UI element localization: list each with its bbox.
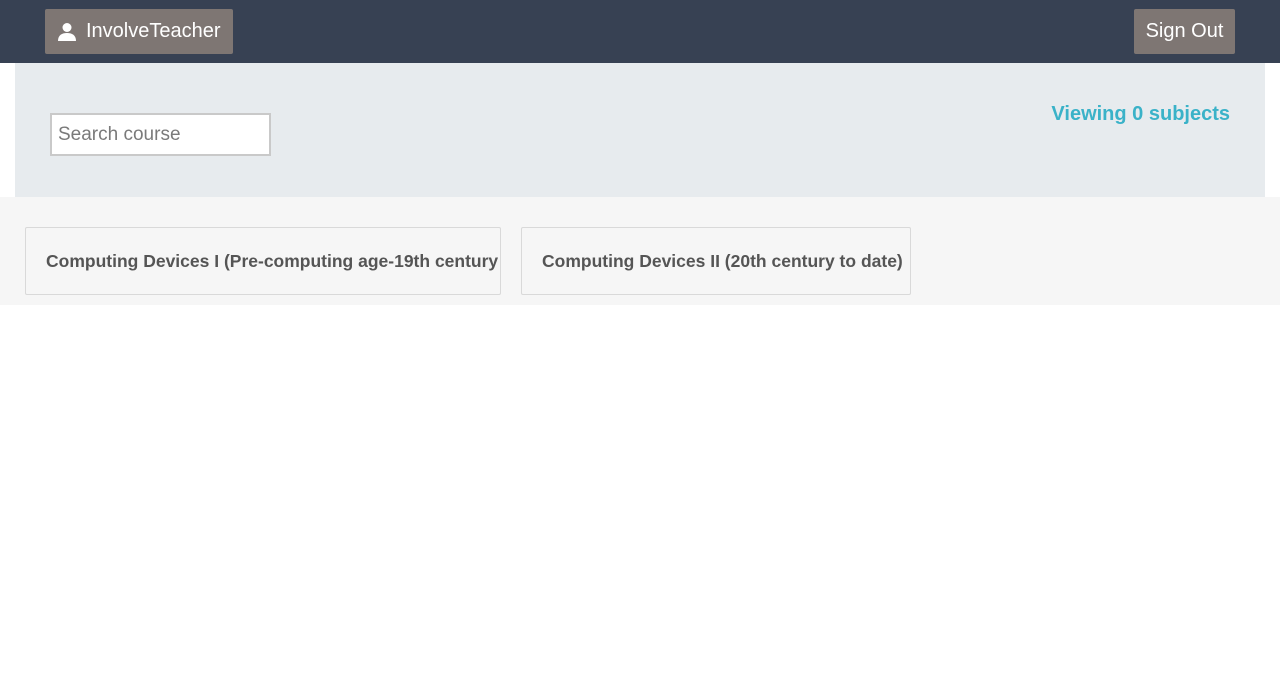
filter-panel: Viewing 0 subjects xyxy=(15,63,1265,197)
course-card[interactable]: Computing Devices II (20th century to da… xyxy=(521,227,911,295)
search-course-input[interactable] xyxy=(50,113,271,156)
user-name-label: InvolveTeacher xyxy=(86,20,221,42)
user-icon xyxy=(57,22,77,42)
course-card[interactable]: Computing Devices I (Pre-computing age-1… xyxy=(25,227,501,295)
viewing-count-label: Viewing 0 subjects xyxy=(1051,103,1230,125)
course-list: Computing Devices I (Pre-computing age-1… xyxy=(0,197,1280,305)
top-navbar: InvolveTeacher Sign Out xyxy=(0,0,1280,63)
user-profile-button[interactable]: InvolveTeacher xyxy=(45,9,233,54)
sign-out-button[interactable]: Sign Out xyxy=(1134,9,1235,54)
